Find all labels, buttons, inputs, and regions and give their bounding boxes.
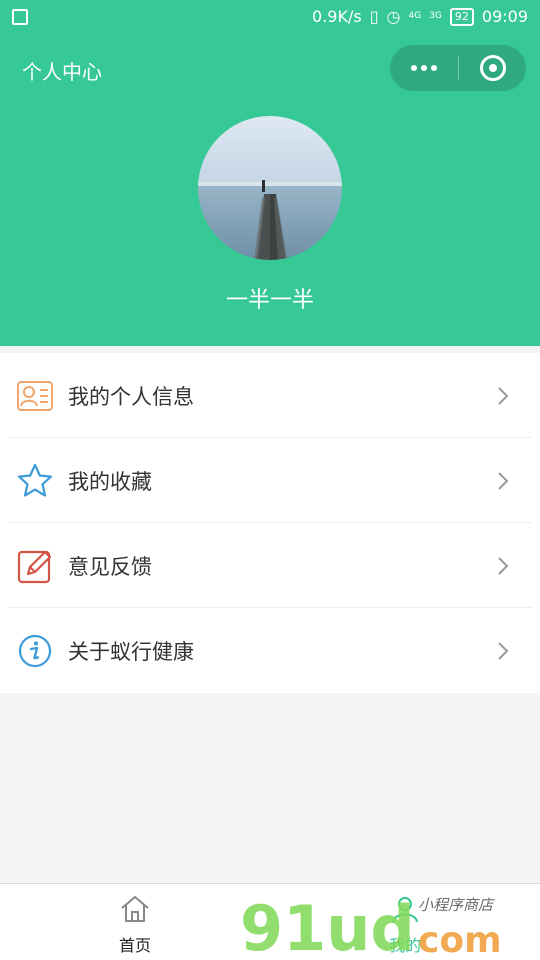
status-bar: 0.9K/s ▯ ◷ 4G 3G 92 09:09 <box>0 0 540 34</box>
status-icons: 0.9K/s ▯ ◷ 4G 3G 92 09:09 <box>312 7 528 26</box>
user-icon <box>392 897 418 923</box>
chevron-right-icon <box>498 386 509 405</box>
avatar-image <box>198 116 342 260</box>
menu-item-label: 我的收藏 <box>68 469 152 494</box>
avatar[interactable] <box>198 116 342 260</box>
signal-3g-icon: 3G <box>429 11 442 21</box>
menu-item-feedback[interactable]: 意见反馈 <box>0 523 540 608</box>
bottom-tab-bar: 首页 我的 <box>0 883 540 960</box>
signal-4g-icon: 4G <box>408 11 422 21</box>
edit-icon <box>17 550 52 583</box>
alarm-icon: ◷ <box>386 7 401 26</box>
clock: 09:09 <box>481 7 528 26</box>
menu-item-label: 我的个人信息 <box>68 384 194 409</box>
miniprogram-capsule <box>390 45 526 91</box>
chevron-right-icon <box>498 641 509 660</box>
contact-card-icon <box>17 380 53 411</box>
user-nickname: 一半一半 <box>225 288 314 313</box>
network-speed: 0.9K/s <box>312 7 362 26</box>
menu-item-about[interactable]: 关于蚁行健康 <box>0 608 540 693</box>
chevron-right-icon <box>498 471 509 490</box>
tab-mine-label: 我的 <box>388 936 421 955</box>
chevron-right-icon <box>498 556 509 575</box>
profile-menu: 我的个人信息 我的收藏 意见反馈 关于蚁行健康 <box>0 353 540 693</box>
home-icon <box>121 896 149 922</box>
vibrate-icon: ▯ <box>369 7 379 26</box>
menu-item-personal-info[interactable]: 我的个人信息 <box>0 353 540 438</box>
gallery-notification-icon <box>12 9 28 25</box>
menu-item-favorites[interactable]: 我的收藏 <box>0 438 540 523</box>
star-icon <box>17 463 53 497</box>
tab-home-label: 首页 <box>118 936 151 955</box>
tab-mine[interactable]: 我的 <box>365 894 445 956</box>
battery-indicator: 92 <box>449 7 474 26</box>
tab-home[interactable]: 首页 <box>95 894 175 956</box>
menu-item-label: 意见反馈 <box>68 554 152 579</box>
info-icon <box>18 634 52 667</box>
menu-item-label: 关于蚁行健康 <box>68 639 194 664</box>
close-miniprogram-button[interactable] <box>459 55 526 81</box>
profile-header: 0.9K/s ▯ ◷ 4G 3G 92 09:09 个人中心 一半一半 <box>0 0 540 346</box>
page-title: 个人中心 <box>22 60 102 84</box>
more-menu-button[interactable] <box>390 65 458 71</box>
target-icon <box>479 55 506 81</box>
